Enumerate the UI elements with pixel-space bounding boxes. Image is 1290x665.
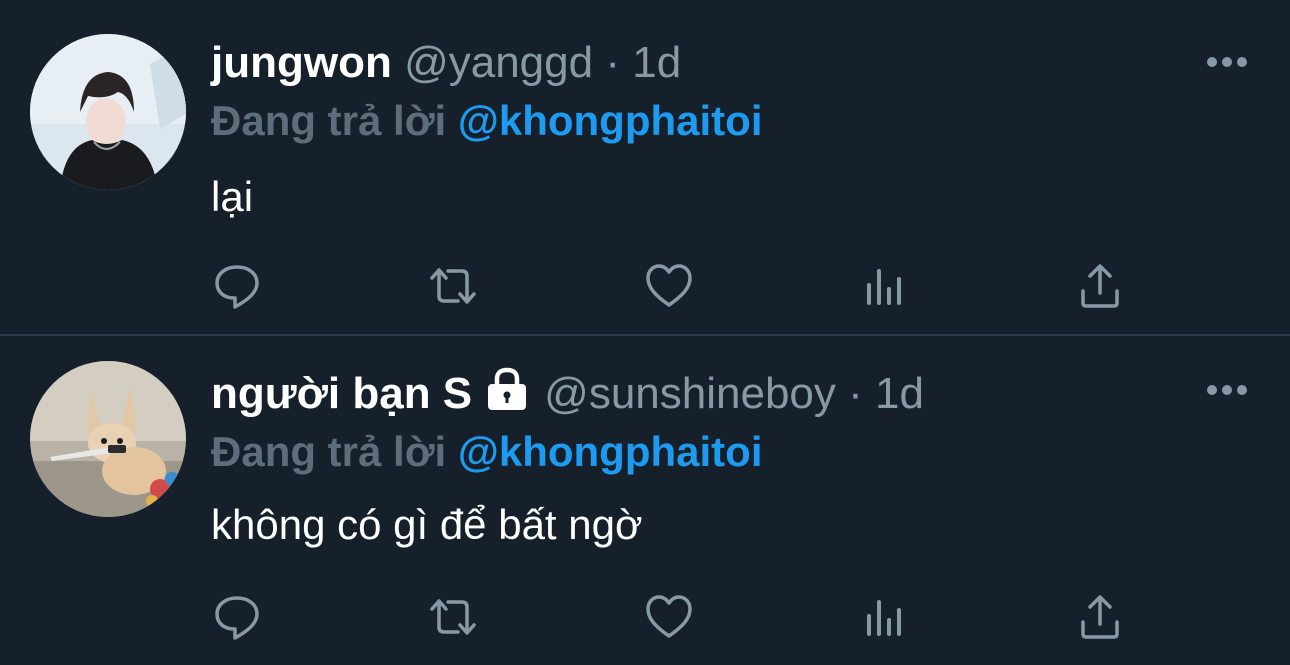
handle[interactable]: @sunshineboy (544, 369, 836, 418)
share-button[interactable] (1075, 592, 1125, 642)
share-icon (1081, 595, 1119, 639)
timestamp[interactable]: 1d (632, 38, 681, 87)
reply-icon (215, 265, 259, 309)
stats-button[interactable] (860, 592, 910, 642)
replying-to: Đang trả lời @khongphaitoi (211, 94, 763, 148)
retweet-button[interactable] (428, 592, 478, 642)
reply-prefix: Đang trả lời (211, 428, 447, 475)
retweet-button[interactable] (428, 261, 478, 311)
tweet-text: không có gì để bất ngờ (211, 501, 643, 548)
share-icon (1081, 264, 1119, 308)
reply-mention-link[interactable]: @khongphaitoi (458, 97, 763, 144)
stats-icon (867, 600, 901, 636)
share-button[interactable] (1075, 261, 1125, 311)
tweet-header: người bạn S @sunshineboy · 1d (211, 366, 924, 422)
like-button[interactable] (644, 592, 694, 642)
replying-to: Đang trả lời @khongphaitoi (211, 425, 763, 479)
stats-button[interactable] (860, 261, 910, 311)
reply-icon (215, 596, 259, 640)
tweet[interactable]: người bạn S @sunshineboy · 1d Đang trả l… (0, 336, 1290, 665)
tweet-actions (0, 261, 1290, 311)
lock-icon (488, 367, 527, 410)
like-icon (646, 264, 692, 307)
reply-button[interactable] (212, 261, 262, 311)
like-button[interactable] (644, 261, 694, 311)
tweet-header: jungwon @yanggd · 1d (211, 35, 681, 91)
avatar[interactable] (30, 34, 186, 190)
timestamp[interactable]: 1d (875, 369, 924, 418)
more-options-icon[interactable] (1206, 384, 1248, 396)
tweet[interactable]: jungwon @yanggd · 1d Đang trả lời @khong… (0, 0, 1290, 336)
avatar-photo (30, 34, 186, 190)
avatar-photo (30, 361, 186, 517)
separator-dot: · (605, 38, 620, 87)
stats-icon (867, 269, 901, 305)
tweet-text: lại (211, 173, 254, 220)
display-name[interactable]: người bạn S (211, 369, 472, 418)
avatar[interactable] (30, 361, 186, 517)
reply-mention-link[interactable]: @khongphaitoi (458, 428, 763, 475)
handle[interactable]: @yanggd (404, 38, 593, 87)
more-options-icon[interactable] (1206, 56, 1248, 68)
like-icon (646, 595, 692, 638)
reply-prefix: Đang trả lời (211, 97, 447, 144)
retweet-icon (430, 268, 476, 304)
separator-dot: · (848, 369, 863, 418)
retweet-icon (430, 599, 476, 635)
reply-button[interactable] (212, 592, 262, 642)
display-name[interactable]: jungwon (211, 38, 392, 87)
tweet-actions (0, 592, 1290, 642)
